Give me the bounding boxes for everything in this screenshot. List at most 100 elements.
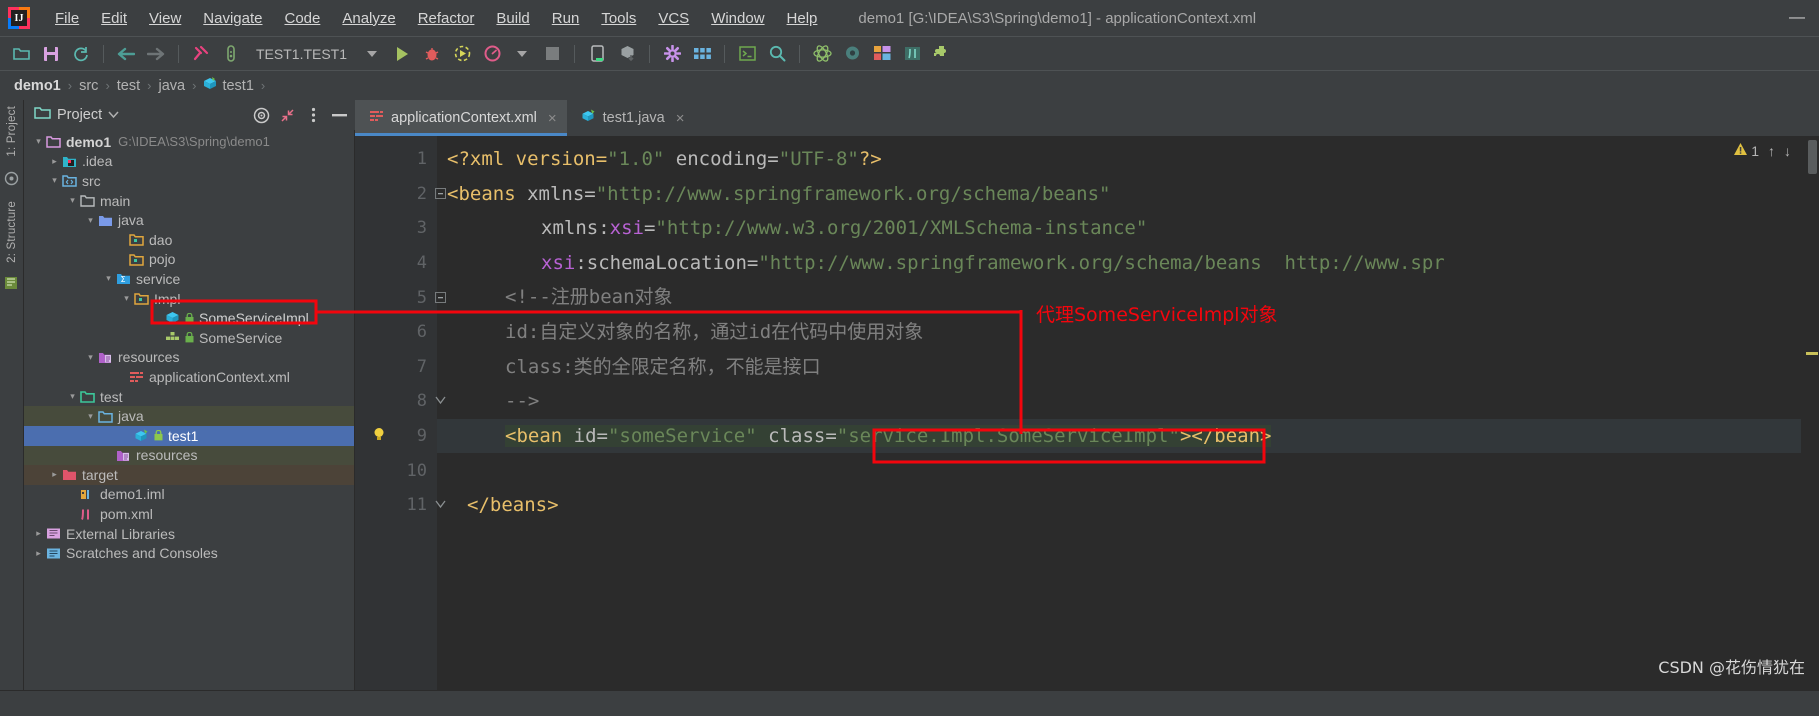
tree-row-impl[interactable]: ▾ Impl xyxy=(24,289,354,309)
minimize-button[interactable]: — xyxy=(1789,10,1805,26)
code-editor[interactable]: 1 2 3 4 5 6 7 8 9 10 11 <?xml version="1… xyxy=(355,136,1819,690)
menu-analyze[interactable]: Analyze xyxy=(331,7,406,30)
terminal-icon[interactable] xyxy=(732,41,762,67)
sync-gradle-icon[interactable] xyxy=(612,41,642,67)
open-project-icon[interactable] xyxy=(6,41,36,67)
run-test-tube-icon[interactable] xyxy=(216,41,246,67)
menu-run[interactable]: Run xyxy=(541,7,591,30)
run-with-coverage-icon[interactable] xyxy=(447,41,477,67)
menu-navigate[interactable]: Navigate xyxy=(192,7,273,30)
menu-vcs[interactable]: VCS xyxy=(647,7,700,30)
database-icon[interactable] xyxy=(837,41,867,67)
tool-window-structure[interactable]: 2: Structure xyxy=(6,201,18,263)
tree-row-main-java[interactable]: ▾ java xyxy=(24,210,354,230)
tree-row-target[interactable]: ▸ target xyxy=(24,465,354,485)
menu-tools[interactable]: Tools xyxy=(590,7,647,30)
expand-arrow-icon[interactable]: ▾ xyxy=(84,215,97,226)
menu-window[interactable]: Window xyxy=(700,7,775,30)
project-tree[interactable]: ▾ demo1 G:\IDEA\S3\Spring\demo1 ▸ .idea … xyxy=(24,130,355,690)
bookmarks-icon[interactable] xyxy=(4,276,20,292)
settings-gear-icon[interactable] xyxy=(657,41,687,67)
navigate-back-icon[interactable] xyxy=(111,41,141,67)
tree-row-dao[interactable]: dao xyxy=(24,230,354,250)
editor-scrollbar[interactable] xyxy=(1801,136,1819,690)
favorites-star-icon[interactable] xyxy=(4,171,20,187)
tree-row-idea[interactable]: ▸ .idea xyxy=(24,152,354,172)
navigate-forward-icon[interactable] xyxy=(141,41,171,67)
tree-row-someserviceimpl[interactable]: SomeServiceImpl xyxy=(24,308,354,328)
expand-arrow-icon[interactable]: ▾ xyxy=(66,195,79,206)
tree-row-demo1-iml[interactable]: demo1.iml xyxy=(24,485,354,505)
tab-test1-java[interactable]: test1.java × xyxy=(567,100,695,136)
menu-help[interactable]: Help xyxy=(776,7,829,30)
breadcrumb-item-src[interactable]: src xyxy=(75,78,102,94)
expand-arrow-icon[interactable]: ▾ xyxy=(120,293,133,304)
breadcrumb-item-test1[interactable]: test1 xyxy=(199,77,257,94)
ui-designer-icon[interactable] xyxy=(867,41,897,67)
inspection-widget[interactable]: 1 ↑ ↓ xyxy=(1733,142,1791,159)
menu-view[interactable]: View xyxy=(138,7,192,30)
menu-edit[interactable]: Edit xyxy=(90,7,138,30)
save-all-icon[interactable] xyxy=(36,41,66,67)
profiler-icon[interactable] xyxy=(477,41,507,67)
expand-arrow-icon[interactable]: ▾ xyxy=(84,411,97,422)
breadcrumb-item-test[interactable]: test xyxy=(113,78,144,94)
tree-row-service[interactable]: ▾ Σ service xyxy=(24,269,354,289)
tree-row-external-libraries[interactable]: ▸ External Libraries xyxy=(24,524,354,544)
expand-arrow-icon[interactable]: ▾ xyxy=(48,175,61,186)
menu-refactor[interactable]: Refactor xyxy=(407,7,486,30)
plugins-puzzle-icon[interactable] xyxy=(927,41,957,67)
device-manager-icon[interactable] xyxy=(582,41,612,67)
tree-row-src[interactable]: ▾ src xyxy=(24,171,354,191)
prev-problem-icon[interactable]: ↑ xyxy=(1768,143,1775,159)
hide-panel-icon[interactable] xyxy=(329,105,349,125)
tree-row-someservice[interactable]: SomeService xyxy=(24,328,354,348)
expand-arrow-icon[interactable]: ▸ xyxy=(48,156,61,167)
expand-arrow-icon[interactable]: ▸ xyxy=(48,469,61,480)
tree-row-pojo[interactable]: pojo xyxy=(24,250,354,270)
select-opened-file-icon[interactable] xyxy=(251,105,271,125)
collapse-all-icon[interactable] xyxy=(277,105,297,125)
run-icon[interactable] xyxy=(387,41,417,67)
spring-atom-icon[interactable] xyxy=(807,41,837,67)
layout-grid-icon[interactable] xyxy=(687,41,717,67)
tree-row-test-java[interactable]: ▾ java xyxy=(24,406,354,426)
tool-window-project[interactable]: 1: Project xyxy=(6,106,18,157)
run-configuration-selector[interactable]: TEST1.TEST1 xyxy=(246,46,357,62)
menu-build[interactable]: Build xyxy=(485,7,540,30)
scrollbar-thumb[interactable] xyxy=(1808,140,1817,174)
expand-arrow-icon[interactable]: ▾ xyxy=(66,391,79,402)
expand-arrow-icon[interactable]: ▾ xyxy=(102,273,115,284)
panel-options-icon[interactable] xyxy=(303,105,323,125)
sync-refresh-icon[interactable] xyxy=(66,41,96,67)
expand-arrow-icon[interactable]: ▾ xyxy=(32,136,45,147)
breadcrumb-item-demo1[interactable]: demo1 xyxy=(10,78,65,94)
search-everywhere-icon[interactable] xyxy=(762,41,792,67)
tree-row-main[interactable]: ▾ main xyxy=(24,191,354,211)
debug-icon[interactable] xyxy=(417,41,447,67)
tree-row-applicationcontext-xml[interactable]: applicationContext.xml xyxy=(24,367,354,387)
warning-marker[interactable] xyxy=(1806,352,1818,355)
expand-arrow-icon[interactable]: ▾ xyxy=(84,352,97,363)
code-content[interactable]: <?xml version="1.0" encoding="UTF-8"?> <… xyxy=(437,136,1801,690)
intention-bulb-icon[interactable] xyxy=(371,426,387,447)
close-icon[interactable]: × xyxy=(548,110,557,127)
stop-icon[interactable] xyxy=(537,41,567,67)
close-icon[interactable]: × xyxy=(676,110,685,127)
run-config-chevron-icon[interactable] xyxy=(357,41,387,67)
tab-applicationcontext-xml[interactable]: applicationContext.xml × xyxy=(355,100,567,136)
expand-arrow-icon[interactable]: ▸ xyxy=(32,528,45,539)
menu-file[interactable]: File xyxy=(44,7,90,30)
breadcrumb-item-java[interactable]: java xyxy=(155,78,190,94)
tree-row-demo1[interactable]: ▾ demo1 G:\IDEA\S3\Spring\demo1 xyxy=(24,132,354,152)
tree-row-test[interactable]: ▾ test xyxy=(24,387,354,407)
chevron-down-icon[interactable] xyxy=(108,106,119,124)
tree-row-main-resources[interactable]: ▾ resources xyxy=(24,348,354,368)
menu-code[interactable]: Code xyxy=(273,7,331,30)
build-hammer-icon[interactable] xyxy=(186,41,216,67)
tree-row-test-resources[interactable]: resources xyxy=(24,445,354,466)
next-problem-icon[interactable]: ↓ xyxy=(1784,143,1791,159)
expand-arrow-icon[interactable]: ▸ xyxy=(32,548,45,559)
tree-row-test1[interactable]: test1 xyxy=(24,425,354,446)
editor-gutter[interactable]: 1 2 3 4 5 6 7 8 9 10 11 xyxy=(355,136,446,690)
